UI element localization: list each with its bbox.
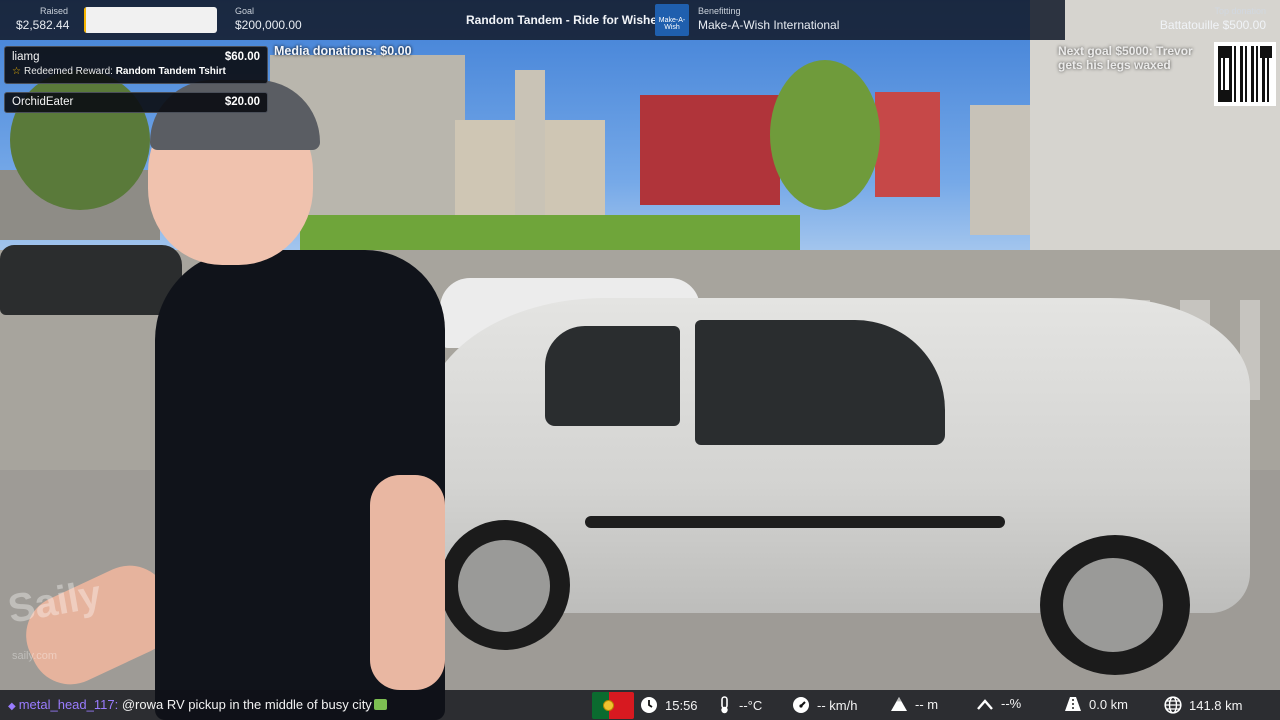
temperature-readout: --°C	[718, 696, 762, 714]
distance-value: 0.0 km	[1089, 696, 1129, 712]
temperature-value: --°C	[739, 697, 763, 713]
flag-seal	[603, 700, 614, 711]
goal-value: $200,000.00	[235, 18, 302, 32]
car-side-stripe	[585, 516, 1005, 528]
monument	[515, 70, 545, 220]
reward-prefix: Redeemed Reward:	[23, 66, 113, 77]
chat-username: metal_head_117:	[18, 697, 119, 712]
road-icon	[1064, 696, 1082, 712]
altitude-value: -- m	[915, 696, 939, 712]
top-donation-value: Battatouille $500.00	[1159, 18, 1266, 32]
qr-code-pattern	[1218, 46, 1272, 102]
tree	[770, 60, 880, 210]
speed-value: -- km/h	[817, 697, 858, 713]
goal-progress-bar	[84, 7, 217, 33]
speedometer-icon	[792, 696, 810, 714]
star-icon: ☆	[12, 66, 21, 77]
top-donation-label: Top donation	[1214, 6, 1266, 16]
goal-stat: Goal $200,000.00	[235, 6, 302, 32]
make-a-wish-logo-text: Make-A-Wish	[658, 17, 686, 31]
next-goal-text: Next goal $5000: Trevor gets his legs wa…	[1058, 44, 1193, 72]
time-readout: 15:56	[640, 696, 698, 714]
speed-readout: -- km/h	[792, 696, 857, 714]
streamer-arm	[370, 475, 445, 690]
time-value: 15:56	[665, 697, 698, 713]
thermometer-icon	[718, 696, 732, 714]
incline-readout: --%	[976, 696, 1021, 711]
tree	[10, 70, 150, 210]
emote-icon	[373, 699, 387, 710]
mountain-icon	[890, 696, 908, 712]
sponsor-watermark-url: saily.com	[12, 650, 58, 662]
media-donations: Media donations: $0.00	[274, 44, 412, 58]
verified-badge-icon: ◆	[8, 701, 16, 712]
goal-progress-fill	[84, 7, 86, 33]
reward-line: ☆ Redeemed Reward: Random Tandem Tshirt	[12, 66, 260, 77]
incline-icon	[976, 697, 994, 711]
donation-card: OrchidEater $20.00	[4, 92, 268, 113]
donation-amount: $20.00	[224, 96, 260, 108]
parked-van	[0, 245, 182, 315]
top-donation: Top donation Battatouille $500.00	[1160, 6, 1266, 32]
donation-topbar: Raised $2,582.44 Goal $200,000.00 Random…	[0, 0, 1065, 40]
altitude-readout: -- m	[890, 696, 938, 712]
qr-code[interactable]	[1214, 42, 1276, 106]
total-distance-readout: 141.8 km	[1164, 696, 1242, 714]
reward-name: Random Tandem Tshirt	[115, 66, 226, 77]
building	[875, 92, 940, 197]
incline-value: --%	[1001, 696, 1022, 711]
donor-name: OrchidEater	[12, 96, 74, 108]
donor-name: liamg	[12, 51, 40, 63]
benefitting-label: Benefitting	[698, 6, 741, 16]
raised-value: $2,582.44	[16, 18, 70, 32]
goal-label: Goal	[235, 6, 255, 16]
lawn	[300, 215, 800, 255]
wheel-hub	[1063, 558, 1163, 652]
benefitting-value: Make-A-Wish International	[698, 18, 840, 32]
total-distance-value: 141.8 km	[1189, 697, 1243, 713]
donation-card: liamg $60.00 ☆ Redeemed Reward: Random Ta…	[4, 46, 268, 84]
globe-icon	[1164, 696, 1182, 714]
telemetry-bar: ◆ metal_head_117: @rowa RV pickup in the …	[0, 690, 1280, 720]
car-window	[695, 320, 945, 445]
donation-amount: $60.00	[224, 51, 260, 63]
chat-text: @rowa RV pickup in the middle of busy ci…	[121, 697, 372, 712]
wheel-hub	[458, 540, 550, 632]
car-window	[545, 326, 680, 426]
chat-message: ◆ metal_head_117: @rowa RV pickup in the …	[8, 697, 387, 712]
make-a-wish-logo: Make-A-Wish	[655, 4, 689, 36]
stream-title: Random Tandem - Ride for Wishes	[466, 13, 664, 27]
raised-label: Raised	[39, 6, 68, 16]
distance-readout: 0.0 km	[1064, 696, 1128, 712]
clock-icon	[640, 696, 658, 714]
benefitting-stat: Benefitting Make-A-Wish International	[698, 6, 839, 32]
market-building	[640, 95, 780, 205]
portugal-flag-icon	[592, 692, 634, 719]
raised-stat: Raised $2,582.44	[16, 6, 70, 32]
